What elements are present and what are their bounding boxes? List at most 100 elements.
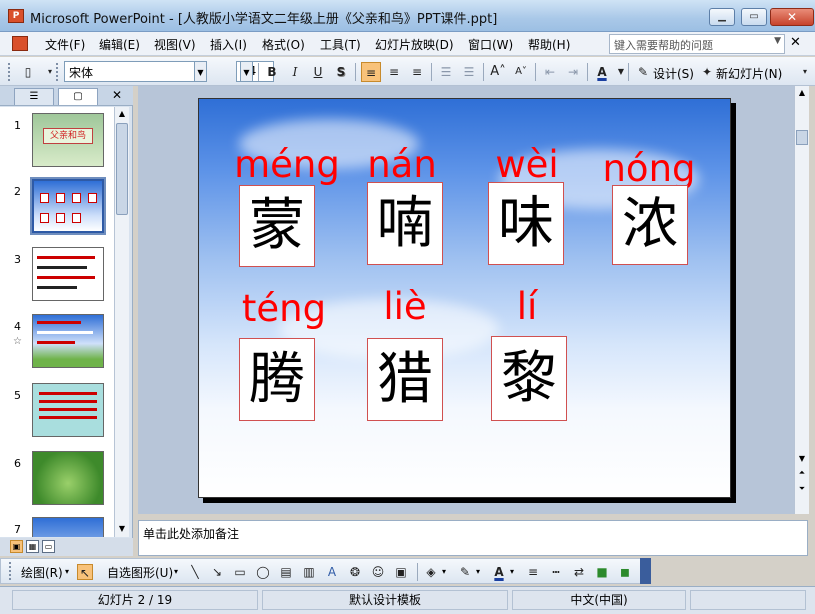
slide-thumbnail[interactable]: 2: [0, 177, 114, 237]
slide-scrollbar[interactable]: ▲ ▼ ⏶ ⏷: [794, 86, 809, 514]
slide-thumbnail-image[interactable]: [32, 247, 104, 301]
rectangle-icon[interactable]: ▭: [232, 564, 248, 580]
scroll-up-icon[interactable]: ▲: [115, 107, 129, 121]
decrease-font-icon[interactable]: A˅: [511, 62, 531, 82]
italic-button[interactable]: I: [285, 62, 305, 82]
shadow-button[interactable]: S: [331, 62, 351, 82]
fill-color-icon[interactable]: ◈: [423, 564, 439, 580]
slide-thumbnail[interactable]: 3: [0, 247, 114, 305]
tab-slides[interactable]: ▢: [58, 88, 98, 105]
picture-icon[interactable]: ▣: [393, 564, 409, 580]
design-button[interactable]: 设计(S): [653, 65, 694, 82]
slide-thumbnail-image[interactable]: [32, 451, 104, 505]
diagram-icon[interactable]: ❂: [347, 564, 363, 580]
3d-style-icon[interactable]: ◼: [617, 564, 633, 580]
decrease-indent-icon[interactable]: ⇤: [540, 62, 560, 82]
slide-thumbnail-image[interactable]: [32, 517, 104, 537]
slide-thumbnail[interactable]: 7: [0, 517, 114, 537]
chevron-down-icon[interactable]: ▾: [65, 567, 69, 576]
draw-menu-button[interactable]: 绘图(R): [21, 564, 63, 581]
new-slide-button[interactable]: 新幻灯片(N): [716, 65, 782, 82]
wordart-icon[interactable]: A: [324, 564, 340, 580]
increase-indent-icon[interactable]: ⇥: [563, 62, 583, 82]
hanzi-card[interactable]: 浓: [612, 185, 688, 265]
chevron-down-icon[interactable]: ▼: [774, 36, 781, 46]
bulleted-list-icon[interactable]: ☰: [459, 62, 479, 82]
vertical-textbox-icon[interactable]: ▥: [301, 564, 317, 580]
align-left-icon[interactable]: ≡: [361, 62, 381, 82]
line-color-icon[interactable]: ✎: [457, 564, 473, 580]
close-window-button[interactable]: ✕: [770, 8, 814, 26]
menu-edit[interactable]: 编辑(E): [99, 36, 140, 53]
dash-style-icon[interactable]: ┅: [548, 564, 564, 580]
align-right-icon[interactable]: ≡: [407, 62, 427, 82]
slide-thumbnail-image[interactable]: [32, 383, 104, 437]
font-color-icon[interactable]: A: [491, 564, 507, 580]
chevron-down-icon[interactable]: ▾: [510, 567, 514, 576]
hanzi-card[interactable]: 黎: [491, 336, 567, 421]
hanzi-card[interactable]: 猎: [367, 338, 443, 421]
font-name-select[interactable]: 宋体: [64, 61, 206, 82]
line-icon[interactable]: ╲: [187, 564, 203, 580]
slide-thumbnail-image[interactable]: [30, 177, 106, 235]
slide-thumbnail[interactable]: 1 父亲和鸟: [0, 113, 114, 171]
arrow-icon[interactable]: ↘: [209, 564, 225, 580]
scroll-up-icon[interactable]: ▲: [795, 86, 809, 100]
template-status[interactable]: 默认设计模板: [262, 590, 508, 610]
menu-insert[interactable]: 插入(I): [210, 36, 247, 53]
slide-thumbnail[interactable]: 4 ☆: [0, 314, 114, 372]
shadow-style-icon[interactable]: ■: [594, 564, 610, 580]
chevron-down-icon[interactable]: ▾: [174, 567, 178, 576]
toolbar-options-icon[interactable]: [640, 558, 651, 584]
pinyin-text[interactable]: méng: [227, 143, 347, 186]
underline-button[interactable]: U: [308, 62, 328, 82]
menu-slideshow[interactable]: 幻灯片放映(D): [375, 36, 454, 53]
previous-slide-icon[interactable]: ⏶: [795, 466, 809, 480]
pinyin-text[interactable]: lí: [499, 285, 555, 328]
textbox-icon[interactable]: ▤: [278, 564, 294, 580]
pinyin-text[interactable]: nán: [357, 143, 447, 186]
oval-icon[interactable]: ◯: [255, 564, 271, 580]
chevron-down-icon[interactable]: ▼: [240, 61, 253, 82]
pinyin-text[interactable]: wèi: [482, 143, 572, 186]
chevron-down-icon[interactable]: ▾: [476, 567, 480, 576]
clipart-icon[interactable]: ☺: [370, 564, 386, 580]
select-pointer-icon[interactable]: ↖: [77, 564, 93, 580]
slide-thumbnail[interactable]: 6: [0, 451, 114, 509]
document-icon[interactable]: [12, 36, 28, 51]
numbered-list-icon[interactable]: ☰: [436, 62, 456, 82]
align-center-icon[interactable]: ≡: [384, 62, 404, 82]
menu-window[interactable]: 窗口(W): [468, 36, 513, 53]
slide-canvas[interactable]: méng nán wèi nóng 蒙 喃 味 浓 téng liè lí 腾 …: [198, 98, 731, 498]
line-style-icon[interactable]: ≡: [525, 564, 541, 580]
thumbnail-scrollbar[interactable]: ▲ ▼: [114, 107, 129, 537]
help-search-input[interactable]: 键入需要帮助的问题 ▼: [609, 34, 785, 54]
maximize-button[interactable]: ▭: [741, 8, 767, 26]
font-color-icon[interactable]: A: [592, 62, 612, 82]
scrollbar-thumb[interactable]: [116, 123, 128, 215]
chevron-down-icon[interactable]: ▾: [442, 567, 446, 576]
design-icon[interactable]: ✎: [633, 62, 653, 82]
hanzi-card[interactable]: 蒙: [239, 185, 315, 267]
slideshow-view-icon[interactable]: ▭: [42, 540, 55, 553]
close-pane-icon[interactable]: ✕: [112, 88, 122, 102]
scroll-down-icon[interactable]: ▼: [115, 522, 129, 536]
new-document-icon[interactable]: ▯: [18, 62, 38, 82]
pinyin-text[interactable]: nóng: [594, 147, 704, 190]
close-document-icon[interactable]: ✕: [790, 35, 801, 50]
normal-view-icon[interactable]: ▣: [10, 540, 23, 553]
notes-pane[interactable]: 单击此处添加备注: [138, 520, 808, 556]
menu-help[interactable]: 帮助(H): [528, 36, 570, 53]
bold-button[interactable]: B: [262, 62, 282, 82]
menu-format[interactable]: 格式(O): [262, 36, 305, 53]
slide-sorter-icon[interactable]: ▦: [26, 540, 39, 553]
menu-tools[interactable]: 工具(T): [320, 36, 361, 53]
autoshapes-menu-button[interactable]: 自选图形(U): [107, 564, 173, 581]
next-slide-icon[interactable]: ⏷: [795, 482, 809, 496]
minimize-button[interactable]: ▁: [709, 8, 735, 26]
hanzi-card[interactable]: 味: [488, 182, 564, 265]
increase-font-icon[interactable]: A˄: [488, 62, 508, 82]
chevron-down-icon[interactable]: ▼: [194, 61, 207, 82]
pinyin-text[interactable]: téng: [229, 287, 339, 330]
scrollbar-thumb[interactable]: [796, 130, 808, 145]
